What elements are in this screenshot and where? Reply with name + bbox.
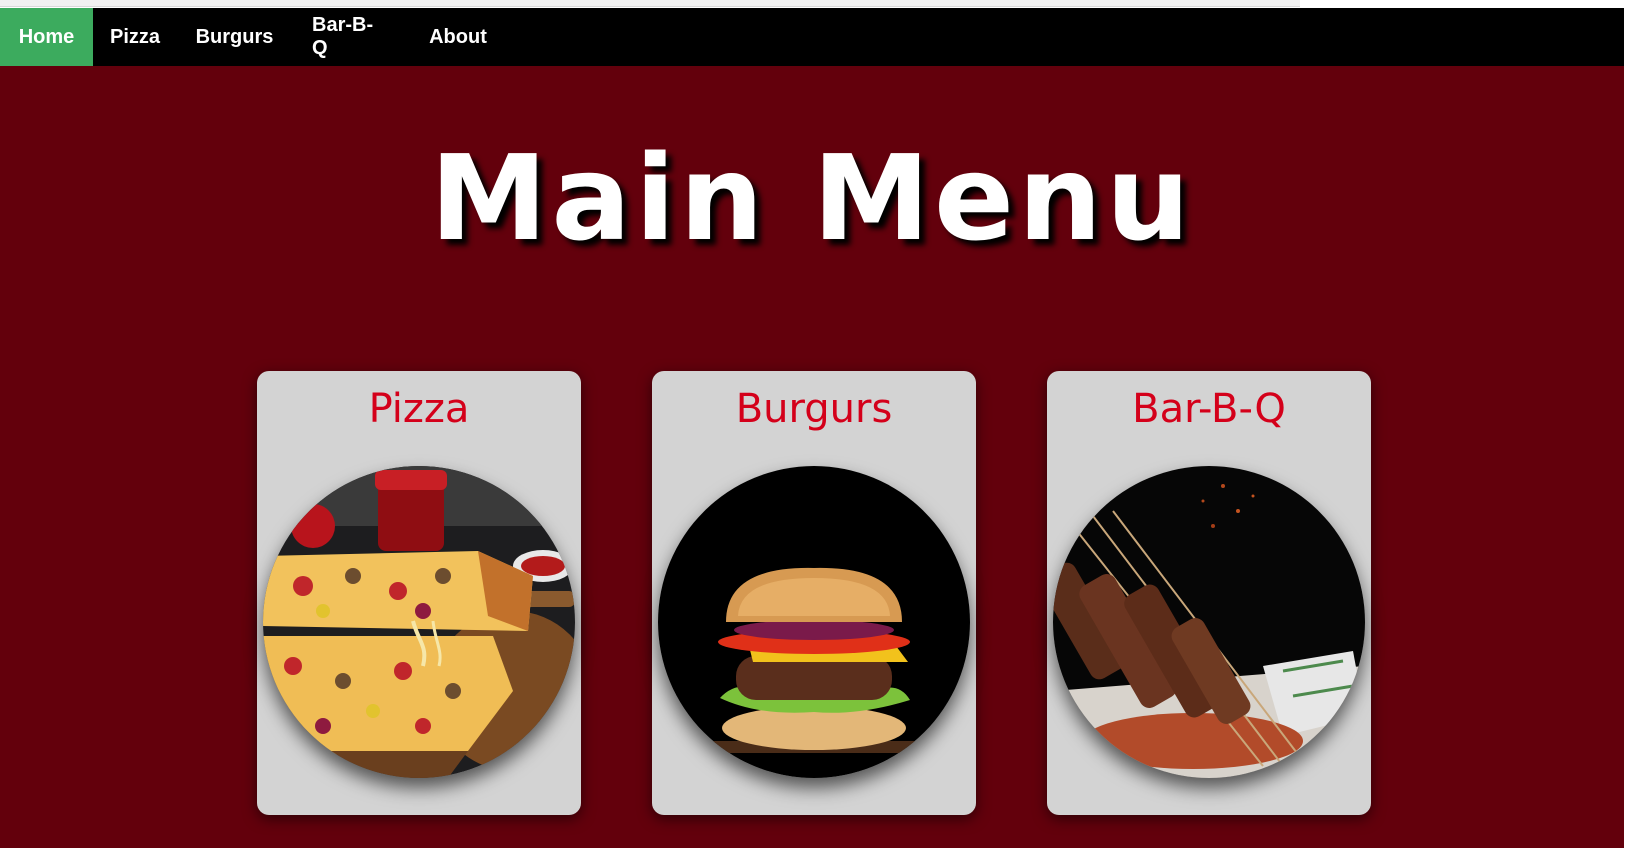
nav-bbq-link[interactable]: Bar-B-Q [292, 8, 404, 66]
card-title-burgurs[interactable]: Burgurs [652, 385, 976, 433]
bbq-illustration [1053, 466, 1365, 778]
menu-cards: Pizza Burgurs Bar-B-Q [0, 371, 1624, 817]
browser-viewport: Home Pizza Burgurs Bar-B-Q About Main Me… [0, 0, 1628, 848]
browser-top-strip [0, 0, 1300, 7]
top-navbar: Home Pizza Burgurs Bar-B-Q About [0, 8, 1624, 66]
burger-photo[interactable] [658, 466, 970, 778]
pizza-illustration [263, 466, 575, 778]
menu-card-burgurs[interactable]: Burgurs [652, 371, 976, 815]
bbq-skewers-photo[interactable] [1053, 466, 1365, 778]
page-edge [1624, 0, 1628, 848]
burger-illustration [658, 466, 970, 778]
menu-card-bbq[interactable]: Bar-B-Q [1047, 371, 1371, 815]
nav-home-link[interactable]: Home [0, 8, 93, 66]
nav-pizza-link[interactable]: Pizza [93, 8, 177, 66]
card-title-bbq[interactable]: Bar-B-Q [1047, 385, 1371, 433]
pizza-photo[interactable] [263, 466, 575, 778]
nav-about-link[interactable]: About [404, 8, 512, 66]
page-title: Main Menu [429, 129, 1195, 267]
page-body: Home Pizza Burgurs Bar-B-Q About Main Me… [0, 8, 1624, 848]
nav-burgurs-link[interactable]: Burgurs [177, 8, 292, 66]
menu-card-pizza[interactable]: Pizza [257, 371, 581, 815]
card-title-pizza[interactable]: Pizza [257, 385, 581, 433]
